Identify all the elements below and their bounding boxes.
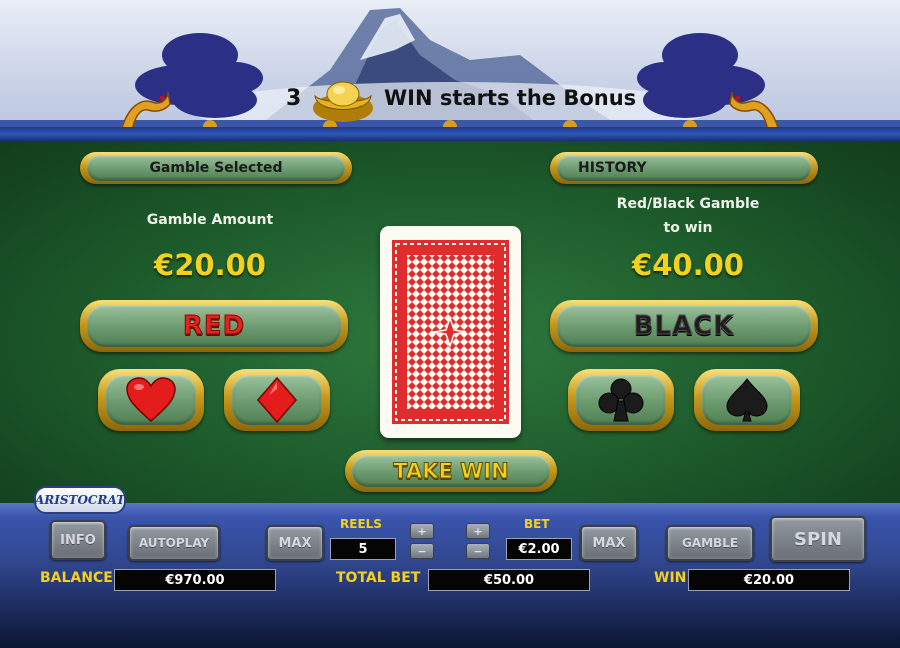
club-button[interactable] — [568, 369, 674, 431]
black-button[interactable]: BLACK — [550, 300, 818, 352]
win-value: €20.00 — [688, 569, 850, 591]
info-button[interactable]: INFO — [50, 520, 106, 560]
bet-value: €2.00 — [506, 538, 572, 560]
bet-minus-button[interactable]: − — [466, 543, 490, 559]
gamble-selected-label: Gamble Selected — [149, 160, 283, 176]
take-win-label: TAKE WIN — [393, 459, 509, 484]
face-down-card — [380, 226, 521, 438]
spin-button-label: SPIN — [794, 528, 842, 550]
gold-ingot-icon — [311, 74, 375, 130]
red-button[interactable]: RED — [80, 300, 348, 352]
bet-minus-icon: − — [473, 544, 483, 558]
balance-value: €970.00 — [114, 569, 276, 591]
to-win-label-line1: Red/Black Gamble — [616, 196, 760, 212]
reels-minus-icon: − — [417, 544, 427, 558]
take-win-button[interactable]: TAKE WIN — [345, 450, 557, 492]
black-button-label: BLACK — [633, 311, 735, 342]
aristocrat-logo: ARISTOCRAT — [34, 486, 126, 514]
ornamental-border — [0, 127, 900, 141]
history-button[interactable]: HISTORY — [550, 152, 818, 184]
total-bet-label: TOTAL BET — [336, 570, 421, 586]
reels-value: 5 — [330, 538, 396, 560]
history-label: HISTORY — [578, 160, 647, 176]
diamond-icon — [224, 369, 330, 431]
bet-plus-icon: + — [473, 524, 483, 538]
reels-label: REELS — [340, 517, 382, 531]
gamble-button-label: GAMBLE — [681, 536, 739, 550]
spade-button[interactable] — [694, 369, 800, 431]
autoplay-button-label: AUTOPLAY — [138, 536, 210, 550]
autoplay-button[interactable]: AUTOPLAY — [128, 525, 220, 561]
bonus-count: 3 — [286, 86, 302, 111]
spin-button[interactable]: SPIN — [770, 516, 866, 562]
bet-label: BET — [524, 517, 550, 531]
control-panel-rim — [0, 503, 900, 517]
bonus-banner-text: WIN starts the Bonus — [384, 86, 637, 110]
max-lines-label: MAX — [278, 535, 312, 551]
gamble-amount-value: €20.00 — [154, 248, 266, 282]
bet-plus-button[interactable]: + — [466, 523, 490, 539]
reels-minus-button[interactable]: − — [410, 543, 434, 559]
to-win-label-line2: to win — [663, 220, 713, 236]
max-bet-label: MAX — [592, 535, 626, 551]
reels-plus-button[interactable]: + — [410, 523, 434, 539]
to-win-value: €40.00 — [632, 248, 744, 282]
reels-plus-icon: + — [417, 524, 427, 538]
total-bet-value: €50.00 — [428, 569, 590, 591]
gamble-button[interactable]: GAMBLE — [666, 525, 754, 561]
gamble-selected-header: Gamble Selected — [80, 152, 352, 184]
club-icon — [568, 369, 674, 431]
gamble-amount-label: Gamble Amount — [146, 212, 274, 228]
spade-icon — [694, 369, 800, 431]
red-button-label: RED — [182, 311, 246, 342]
win-label: WIN — [654, 570, 687, 586]
heart-icon — [98, 369, 204, 431]
max-lines-button[interactable]: MAX — [266, 525, 324, 561]
diamond-button[interactable] — [224, 369, 330, 431]
info-button-label: INFO — [60, 532, 96, 548]
balance-label: BALANCE — [40, 570, 113, 586]
heart-button[interactable] — [98, 369, 204, 431]
max-bet-button[interactable]: MAX — [580, 525, 638, 561]
